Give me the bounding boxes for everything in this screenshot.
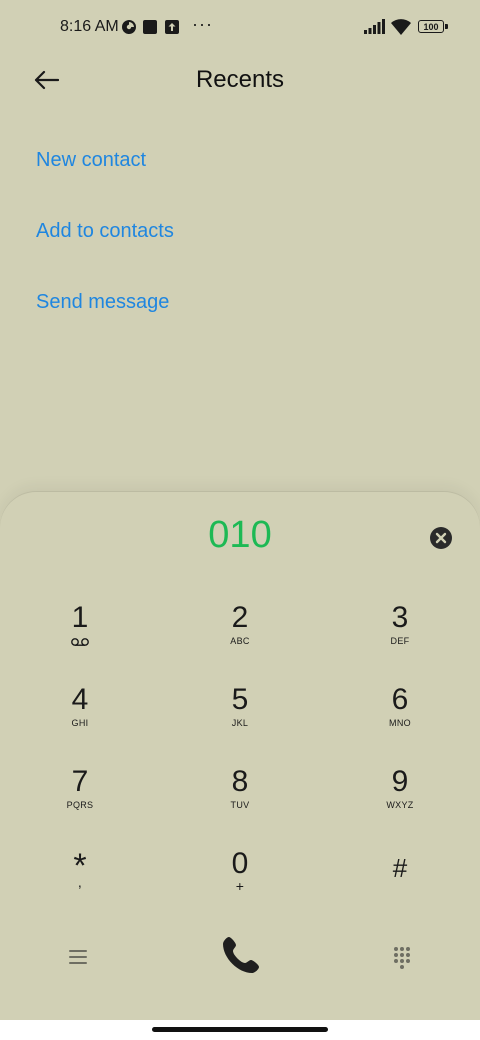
voicemail-icon bbox=[71, 638, 89, 646]
key-2[interactable]: 2 ABC bbox=[180, 602, 300, 674]
upload-icon bbox=[165, 20, 179, 34]
key-6[interactable]: 6 MNO bbox=[340, 684, 460, 756]
status-time: 8:16 AM bbox=[60, 18, 119, 35]
send-message-link[interactable]: Send message bbox=[36, 291, 169, 314]
dialed-number[interactable]: 010 bbox=[0, 514, 480, 557]
add-to-contacts-link[interactable]: Add to contacts bbox=[36, 220, 174, 243]
battery-level: 100 bbox=[423, 21, 439, 32]
clear-icon[interactable] bbox=[430, 527, 452, 549]
key-0[interactable]: 0 + bbox=[180, 848, 300, 920]
key-9[interactable]: 9 WXYZ bbox=[340, 766, 460, 838]
battery-icon: 100 bbox=[418, 20, 444, 33]
page-title: Recents bbox=[195, 66, 285, 93]
key-hash[interactable]: # bbox=[340, 848, 460, 920]
more-notifications: ··· bbox=[192, 14, 213, 34]
navigation-bar bbox=[0, 1020, 480, 1040]
phone-call-icon[interactable] bbox=[216, 932, 264, 980]
dialer-bottom-bar bbox=[0, 932, 480, 992]
status-bar: 8:16 AM ··· 100 bbox=[0, 0, 480, 56]
menu-icon[interactable] bbox=[68, 948, 88, 966]
key-1[interactable]: 1 bbox=[20, 602, 140, 674]
signal-icon bbox=[364, 19, 385, 34]
key-8[interactable]: 8 TUV bbox=[180, 766, 300, 838]
key-4[interactable]: 4 GHI bbox=[20, 684, 140, 756]
data-saver-icon bbox=[122, 20, 136, 34]
new-contact-link[interactable]: New contact bbox=[36, 149, 146, 172]
square-notification-icon bbox=[143, 20, 157, 34]
home-indicator[interactable] bbox=[152, 1027, 328, 1032]
key-star[interactable]: * , bbox=[20, 848, 140, 920]
key-5[interactable]: 5 JKL bbox=[180, 684, 300, 756]
dialer-screen: 8:16 AM ··· 100 Recents New contact Add … bbox=[0, 0, 480, 1040]
battery-tip bbox=[445, 24, 448, 29]
dialpad-icon[interactable] bbox=[392, 946, 412, 970]
wifi-icon bbox=[391, 19, 411, 35]
key-7[interactable]: 7 PQRS bbox=[20, 766, 140, 838]
dialer-panel: 010 1 2 ABC 3 DEF 4 GHI 5 JKL 6 MNO 7 PQ… bbox=[0, 492, 480, 1022]
key-3[interactable]: 3 DEF bbox=[340, 602, 460, 674]
